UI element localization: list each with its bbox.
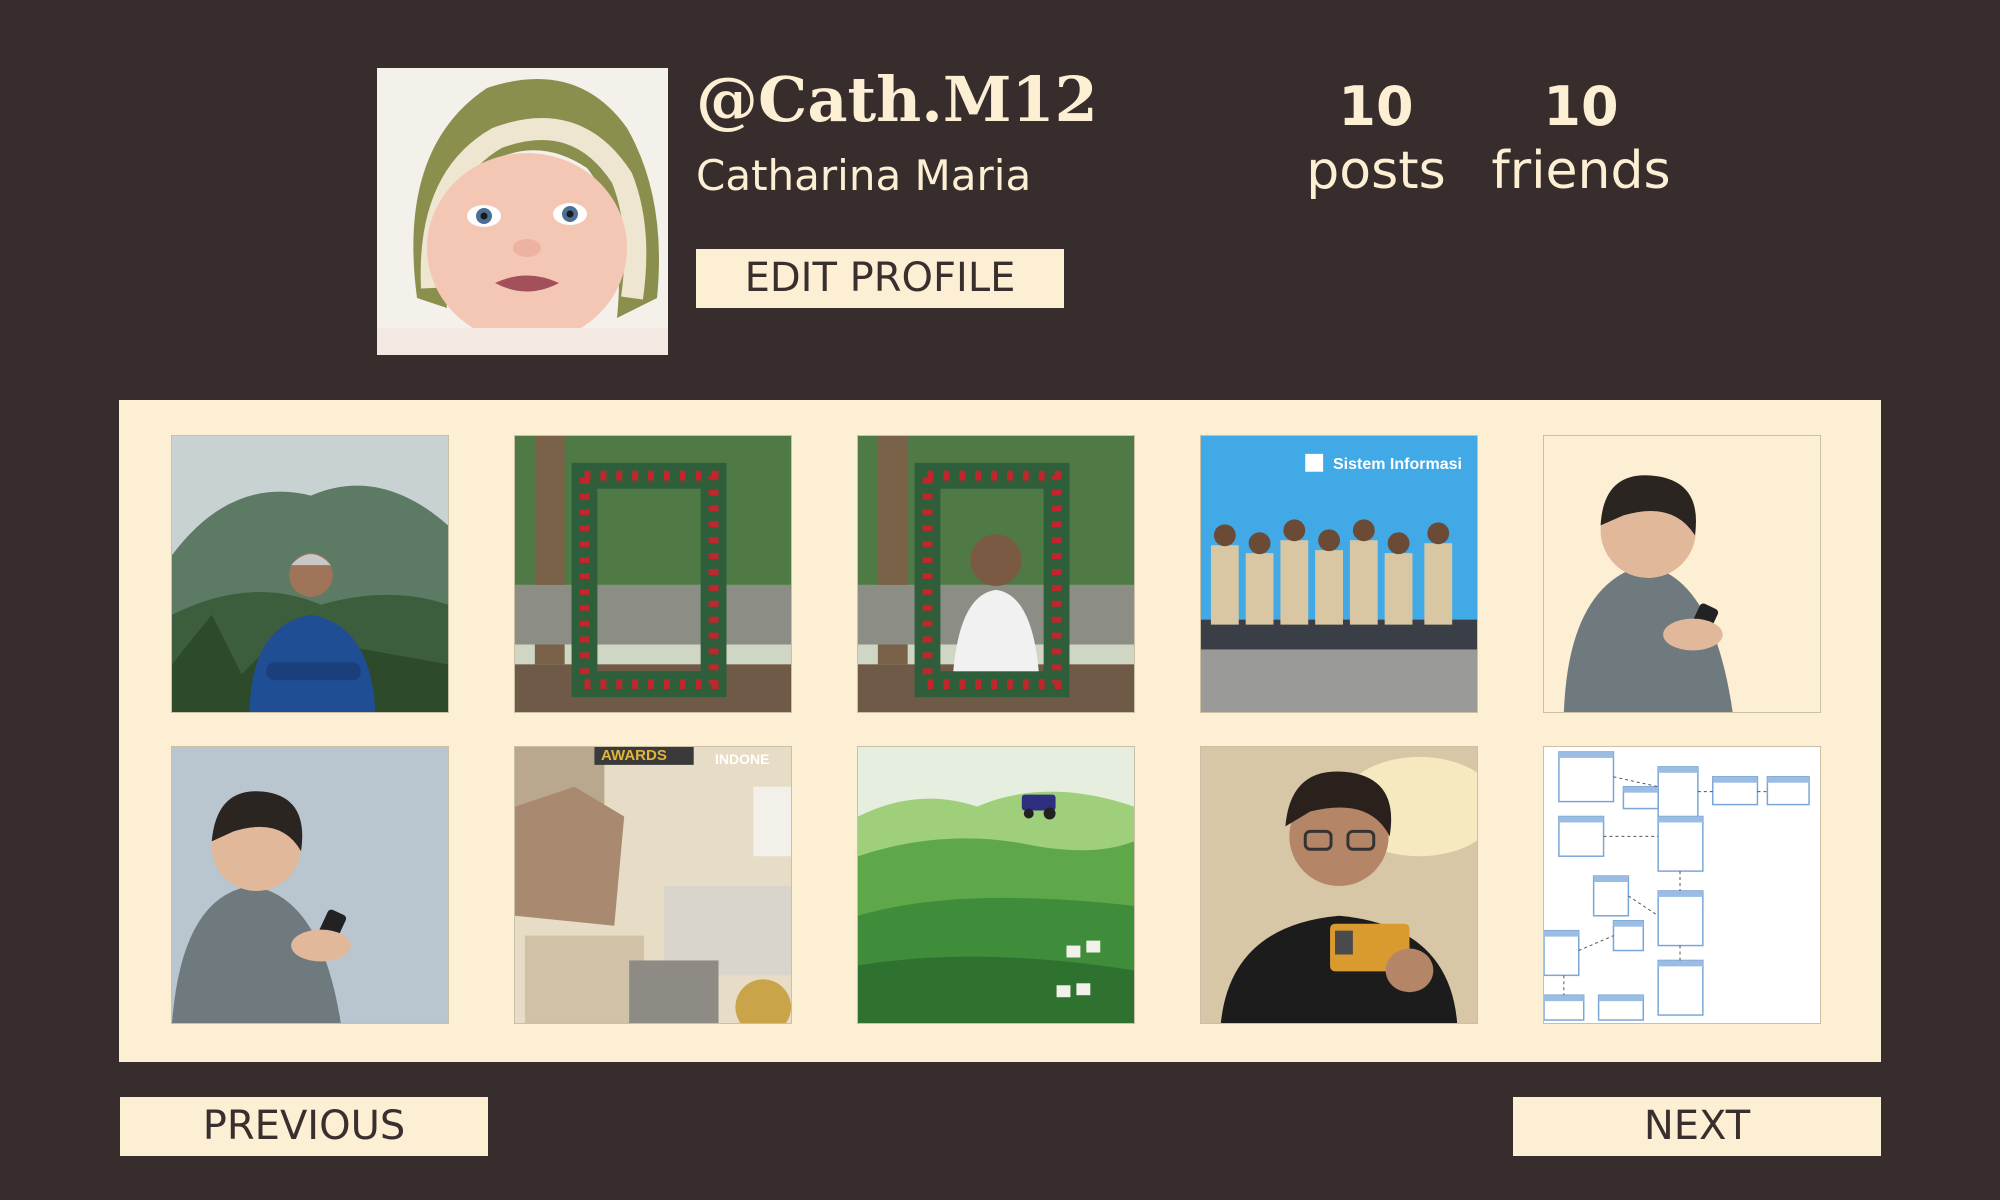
man-mountain-photo-icon bbox=[172, 436, 448, 712]
post-thumbnail-3[interactable] bbox=[857, 435, 1135, 713]
post-thumbnail-4[interactable]: Sistem Informasi bbox=[1200, 435, 1478, 713]
post-thumbnail-8[interactable] bbox=[857, 746, 1135, 1024]
green-farm-illustration-icon bbox=[858, 747, 1134, 1023]
friends-count: 10 bbox=[1543, 75, 1619, 138]
collage-awards-text: AWARDS bbox=[601, 747, 667, 764]
friends-stat[interactable]: 10 friends bbox=[1491, 74, 1671, 202]
friends-label: friends bbox=[1491, 141, 1671, 201]
posts-count: 10 bbox=[1338, 75, 1414, 138]
post-thumbnail-7[interactable]: AWARDS INDONE bbox=[514, 746, 792, 1024]
post-thumbnail-10[interactable] bbox=[1543, 746, 1821, 1024]
post-thumbnail-9[interactable] bbox=[1200, 746, 1478, 1024]
baby-avatar-icon bbox=[377, 68, 668, 355]
next-button[interactable]: NEXT bbox=[1513, 1097, 1881, 1156]
newspaper-collage-icon bbox=[515, 747, 791, 1023]
man-garland-frame-photo-icon bbox=[858, 436, 1134, 712]
posts-stat[interactable]: 10 posts bbox=[1286, 74, 1466, 202]
posts-grid: Sistem Informasi AWARDS INDONE bbox=[119, 400, 1881, 1062]
post-thumbnail-2[interactable] bbox=[514, 435, 792, 713]
er-diagram-icon bbox=[1544, 747, 1820, 1023]
young-man-phone-photo-icon bbox=[1544, 436, 1820, 712]
young-man-phone-blue-photo-icon bbox=[172, 747, 448, 1023]
profile-avatar[interactable] bbox=[377, 68, 668, 355]
profile-full-name: Catharina Maria bbox=[696, 151, 1032, 200]
profile-handle: @Cath.M12 bbox=[696, 63, 1098, 136]
posts-label: posts bbox=[1306, 141, 1446, 201]
previous-button[interactable]: PREVIOUS bbox=[120, 1097, 488, 1156]
group-photo-caption: Sistem Informasi bbox=[1333, 456, 1462, 473]
man-id-card-photo-icon bbox=[1201, 747, 1477, 1023]
group-photo-icon bbox=[1201, 436, 1477, 712]
edit-profile-button[interactable]: EDIT PROFILE bbox=[696, 249, 1064, 308]
post-thumbnail-5[interactable] bbox=[1543, 435, 1821, 713]
post-thumbnail-1[interactable] bbox=[171, 435, 449, 713]
collage-indone-text: INDONE bbox=[715, 751, 770, 767]
garland-frame-photo-icon bbox=[515, 436, 791, 712]
post-thumbnail-6[interactable] bbox=[171, 746, 449, 1024]
